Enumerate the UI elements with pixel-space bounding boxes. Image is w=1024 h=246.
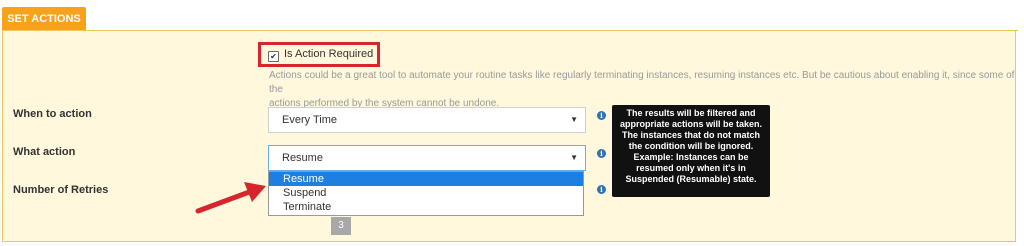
tooltip-line: The results will be filtered and — [626, 108, 756, 118]
tooltip-line: the condition will be ignored. — [628, 141, 754, 151]
help-text-line: Actions could be a great tool to automat… — [269, 70, 1015, 95]
tooltip-line: Suspended (Resumable) state. — [625, 174, 757, 184]
info-icon[interactable]: i — [597, 149, 606, 158]
what-action-dropdown-list: Resume Suspend Terminate — [268, 171, 584, 216]
section-tab-set-actions[interactable]: SET ACTIONS — [2, 7, 86, 31]
info-icon[interactable]: i — [597, 111, 606, 120]
when-to-action-label: When to action — [13, 108, 92, 120]
number-of-retries-label: Number of Retries — [13, 184, 109, 196]
dropdown-option-resume[interactable]: Resume — [269, 172, 583, 186]
tooltip-line: Example: Instances can be — [633, 152, 749, 162]
annotation-arrow-icon — [195, 182, 266, 214]
tooltip-line: appropriate actions will be taken. — [619, 119, 763, 129]
dropdown-option-terminate[interactable]: Terminate — [269, 200, 583, 214]
action-required-label[interactable]: Is Action Required — [284, 48, 373, 60]
when-to-action-select[interactable]: Every Time ▼ — [268, 107, 586, 133]
action-required-checkbox[interactable]: ✔ — [268, 51, 279, 62]
what-action-value: Resume — [282, 152, 323, 164]
chevron-down-icon: ▼ — [570, 115, 578, 124]
what-action-label: What action — [13, 146, 76, 158]
tooltip-line: The instances that do not match — [621, 130, 760, 140]
info-icon[interactable]: i — [597, 185, 606, 194]
number-of-retries-value[interactable]: 3 — [331, 217, 351, 235]
what-action-tooltip: The results will be filtered and appropr… — [612, 105, 770, 197]
tooltip-line: resumed only when it's in — [636, 163, 746, 173]
when-to-action-value: Every Time — [282, 114, 338, 126]
what-action-select[interactable]: Resume ▼ — [268, 145, 586, 171]
dropdown-option-suspend[interactable]: Suspend — [269, 186, 583, 200]
chevron-down-icon: ▼ — [570, 153, 578, 162]
